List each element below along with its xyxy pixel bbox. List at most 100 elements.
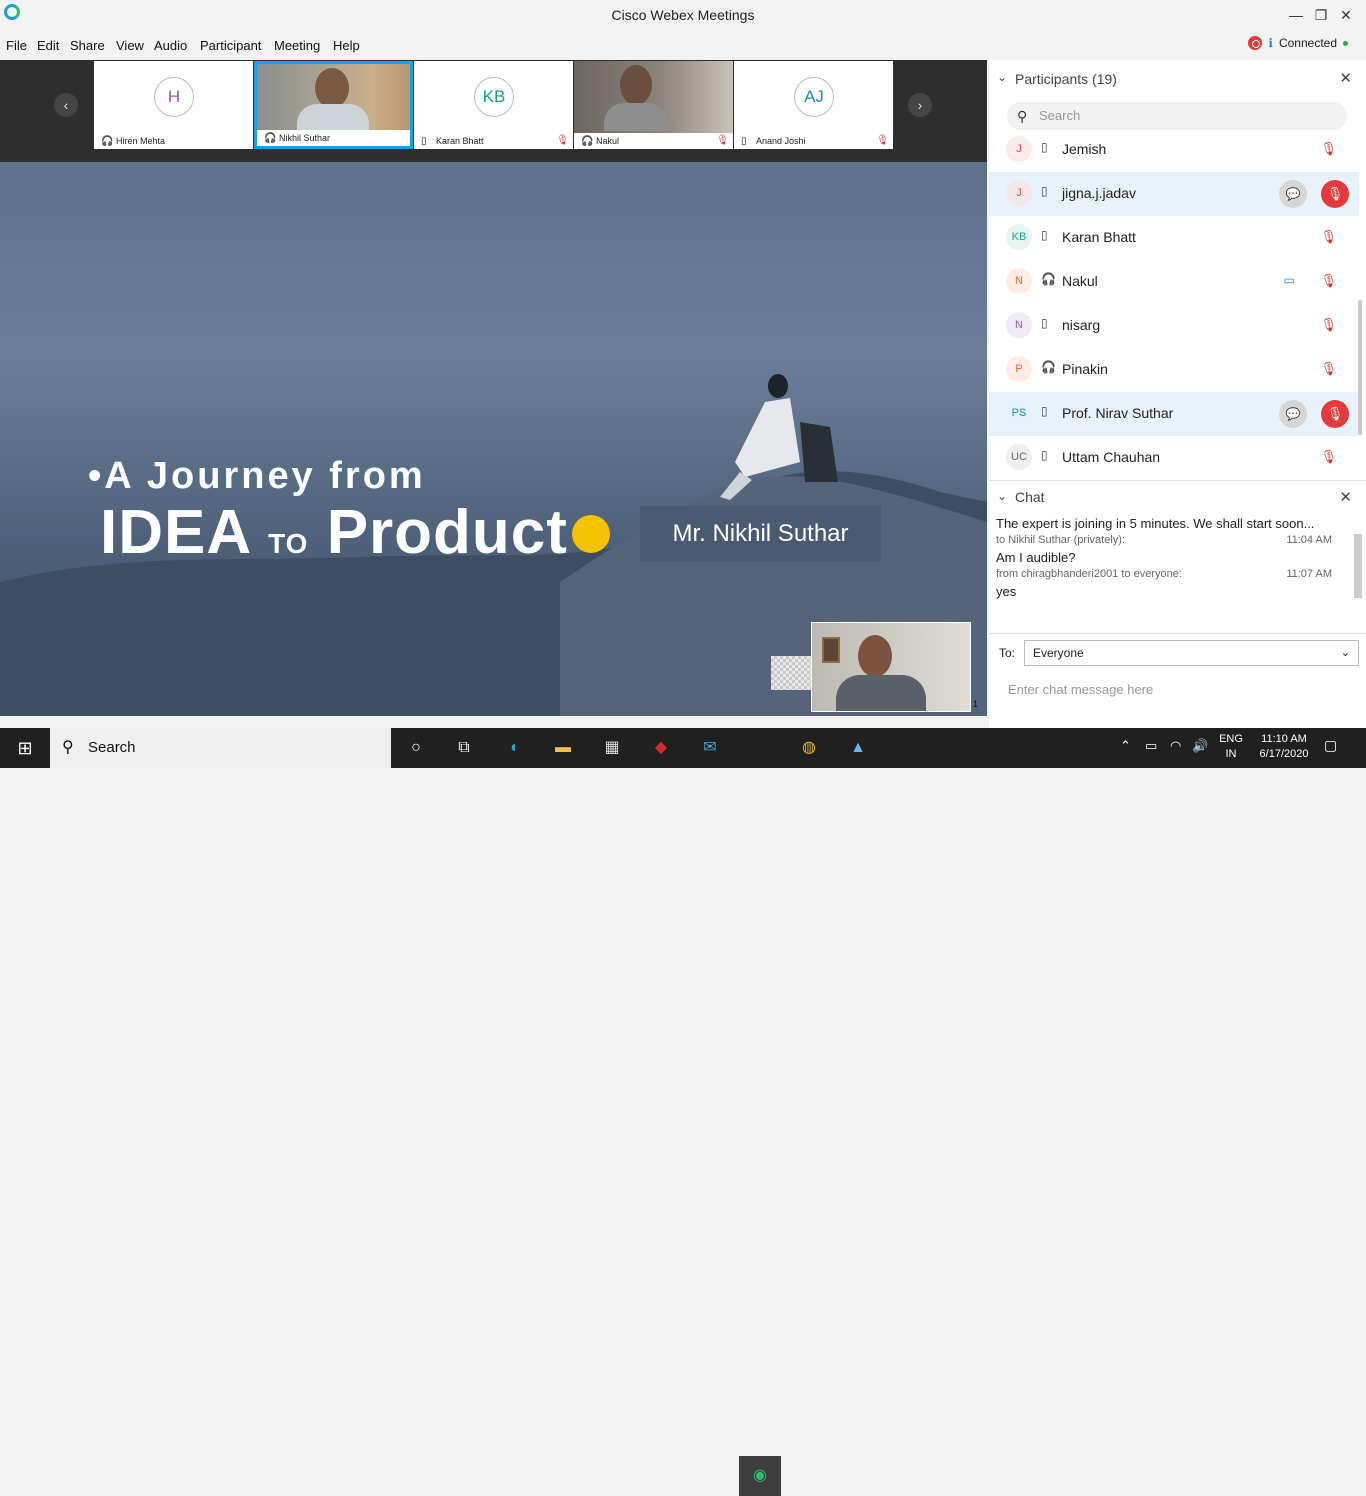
participant-row[interactable]: KB ▯ Karan Bhatt 🎙 xyxy=(989,216,1359,260)
participant-row[interactable]: N ▯ nisarg 🎙 xyxy=(989,304,1359,348)
participants-scrollbar[interactable] xyxy=(1358,300,1362,435)
close-icon[interactable]: ✕ xyxy=(1339,69,1352,87)
phone-icon: ▯ xyxy=(421,136,427,147)
yellow-dot-decoration xyxy=(572,515,610,553)
chat-messages: The expert is joining in 5 minutes. We s… xyxy=(989,512,1366,634)
battery-icon[interactable]: ▭ xyxy=(1145,738,1157,753)
mic-muted-icon: 🎙 xyxy=(1320,361,1337,376)
avatar: P xyxy=(1006,356,1032,382)
mic-muted-icon: 🎙 xyxy=(556,135,569,146)
participant-row[interactable]: P 🎧 Pinakin 🎙 xyxy=(989,348,1359,392)
participant-video xyxy=(257,64,410,136)
self-view-video[interactable]: 1 xyxy=(811,622,978,712)
chat-message: The expert is joining in 5 minutes. We s… xyxy=(996,516,1315,531)
strip-prev-button[interactable]: ‹ xyxy=(54,93,78,117)
chevron-down-icon[interactable]: ⌄ xyxy=(997,489,1007,503)
strip-next-button[interactable]: › xyxy=(908,93,932,117)
avatar: UC xyxy=(1006,444,1032,470)
notifications-icon[interactable]: ▢ xyxy=(1324,738,1337,753)
tile-name: Nakul xyxy=(596,136,620,146)
menu-share[interactable]: Share xyxy=(70,38,105,53)
menu-audio[interactable]: Audio xyxy=(154,38,187,53)
close-button[interactable]: ✕ xyxy=(1326,4,1366,26)
headset-icon: 🎧 xyxy=(101,136,114,147)
tile-name: Karan Bhatt xyxy=(436,136,484,146)
webex-icon: ◉ xyxy=(753,1467,767,1484)
menu-help[interactable]: Help xyxy=(333,38,360,53)
chrome-icon[interactable]: ◍ xyxy=(797,736,821,760)
participant-search-input[interactable]: ⚲ Search xyxy=(1007,102,1347,130)
slide-heading-line2: IDEA TO Product xyxy=(100,498,568,567)
taskbar-search-box[interactable]: ⚲ Search xyxy=(50,728,391,768)
participant-name: Prof. Nirav Suthar xyxy=(1062,405,1174,421)
close-icon[interactable]: ✕ xyxy=(1339,488,1352,506)
task-view-icon[interactable]: ⧉ xyxy=(452,736,476,760)
title-bar: Cisco Webex Meetings — ❐ ✕ xyxy=(0,0,1366,32)
webex-taskbar-active[interactable]: ◉ xyxy=(739,1456,781,1496)
info-icon[interactable]: ℹ xyxy=(1268,36,1273,50)
mcafee-icon[interactable]: ◆ xyxy=(649,736,673,760)
tile-name: Anand Joshi xyxy=(756,136,806,146)
mail-icon[interactable]: ✉ xyxy=(698,736,722,760)
headset-icon: 🎧 xyxy=(1041,272,1056,286)
chat-message: Am I audible? xyxy=(996,550,1076,565)
participant-row[interactable]: J ▯ Jemish 🎙 xyxy=(989,128,1359,172)
chat-header[interactable]: ⌄ Chat ✕ xyxy=(989,480,1366,512)
photos-icon[interactable]: ▲ xyxy=(846,736,870,760)
connection-label: Connected xyxy=(1278,36,1337,50)
phone-icon: ▯ xyxy=(1041,448,1048,462)
participant-row[interactable]: PS ▯ Prof. Nirav Suthar 💬 🎙 xyxy=(989,392,1359,436)
headset-icon: 🎧 xyxy=(1041,360,1056,374)
video-tile-active[interactable]: 🎧 Nikhil Suthar xyxy=(254,61,413,149)
participant-row[interactable]: J ▯ jigna.j.jadav 💬 🎙 xyxy=(989,172,1359,216)
chevron-down-icon[interactable]: ⌄ xyxy=(997,70,1007,84)
strip-separator xyxy=(0,150,987,162)
headset-icon: 🎧 xyxy=(264,133,277,144)
cortana-icon[interactable]: ○ xyxy=(404,736,428,760)
avatar: H xyxy=(154,77,194,117)
chat-bubble-icon[interactable]: 💬 xyxy=(1279,180,1307,208)
unmute-button[interactable]: 🎙 xyxy=(1321,180,1349,208)
mic-muted-icon: 🎙 xyxy=(1320,141,1337,156)
menu-edit[interactable]: Edit xyxy=(37,38,59,53)
edge-browser-icon[interactable]: ◐ xyxy=(503,736,527,760)
language-indicator[interactable]: ENG IN xyxy=(1216,732,1246,762)
tile-name: Nikhil Suthar xyxy=(279,133,331,143)
clock[interactable]: 11:10 AM 6/17/2020 xyxy=(1252,732,1316,762)
checker-placeholder xyxy=(771,656,811,690)
chat-time: 11:04 AM xyxy=(1286,534,1332,546)
tray-chevron-up-icon[interactable]: ⌃ xyxy=(1120,738,1131,753)
file-explorer-icon[interactable]: ▬ xyxy=(551,736,575,760)
chat-time: 11:07 AM xyxy=(1286,568,1332,580)
recipient-select[interactable]: Everyone ⌄ xyxy=(1024,640,1359,666)
participant-name: nisarg xyxy=(1062,317,1101,333)
record-icon[interactable] xyxy=(1248,36,1263,50)
slide-heading-line1: •A Journey from xyxy=(88,455,426,497)
participants-header[interactable]: ⌄ Participants (19) ✕ xyxy=(989,60,1366,96)
menu-bar: File Edit Share View Audio Participant M… xyxy=(0,34,1366,58)
avatar: N xyxy=(1006,268,1032,294)
unmute-button[interactable]: 🎙 xyxy=(1321,400,1349,428)
chat-scrollbar[interactable] xyxy=(1354,534,1362,598)
chat-input[interactable]: Enter chat message here xyxy=(1008,682,1153,697)
avatar: N xyxy=(1006,312,1032,338)
video-tile[interactable]: H 🎧 Hiren Mehta xyxy=(94,61,253,149)
volume-icon[interactable]: 🔊 xyxy=(1192,738,1208,753)
avatar: J xyxy=(1006,136,1032,162)
participant-name: Jemish xyxy=(1062,141,1107,157)
wifi-icon[interactable]: ◠ xyxy=(1170,738,1181,753)
video-tile[interactable]: KB ▯ Karan Bhatt 🎙 xyxy=(414,61,573,149)
video-tile[interactable]: AJ ▯ Anand Joshi 🎙 xyxy=(734,61,893,149)
chat-bubble-icon[interactable]: 💬 xyxy=(1279,400,1307,428)
windows-start-icon[interactable]: ⊞ xyxy=(13,736,37,760)
participant-row[interactable]: N 🎧 Nakul ▭ 🎙 xyxy=(989,260,1359,304)
menu-meeting[interactable]: Meeting xyxy=(274,38,320,53)
store-icon[interactable]: ▦ xyxy=(600,736,624,760)
participant-row[interactable]: UC ▯ Uttam Chauhan 🎙 xyxy=(989,436,1359,480)
menu-participant[interactable]: Participant xyxy=(200,38,261,53)
menu-file[interactable]: File xyxy=(6,38,27,53)
headset-icon: 🎧 xyxy=(581,136,594,147)
menu-view[interactable]: View xyxy=(116,38,144,53)
participant-name: jigna.j.jadav xyxy=(1062,185,1136,201)
video-tile[interactable]: 🎧 Nakul 🎙 xyxy=(574,61,733,149)
